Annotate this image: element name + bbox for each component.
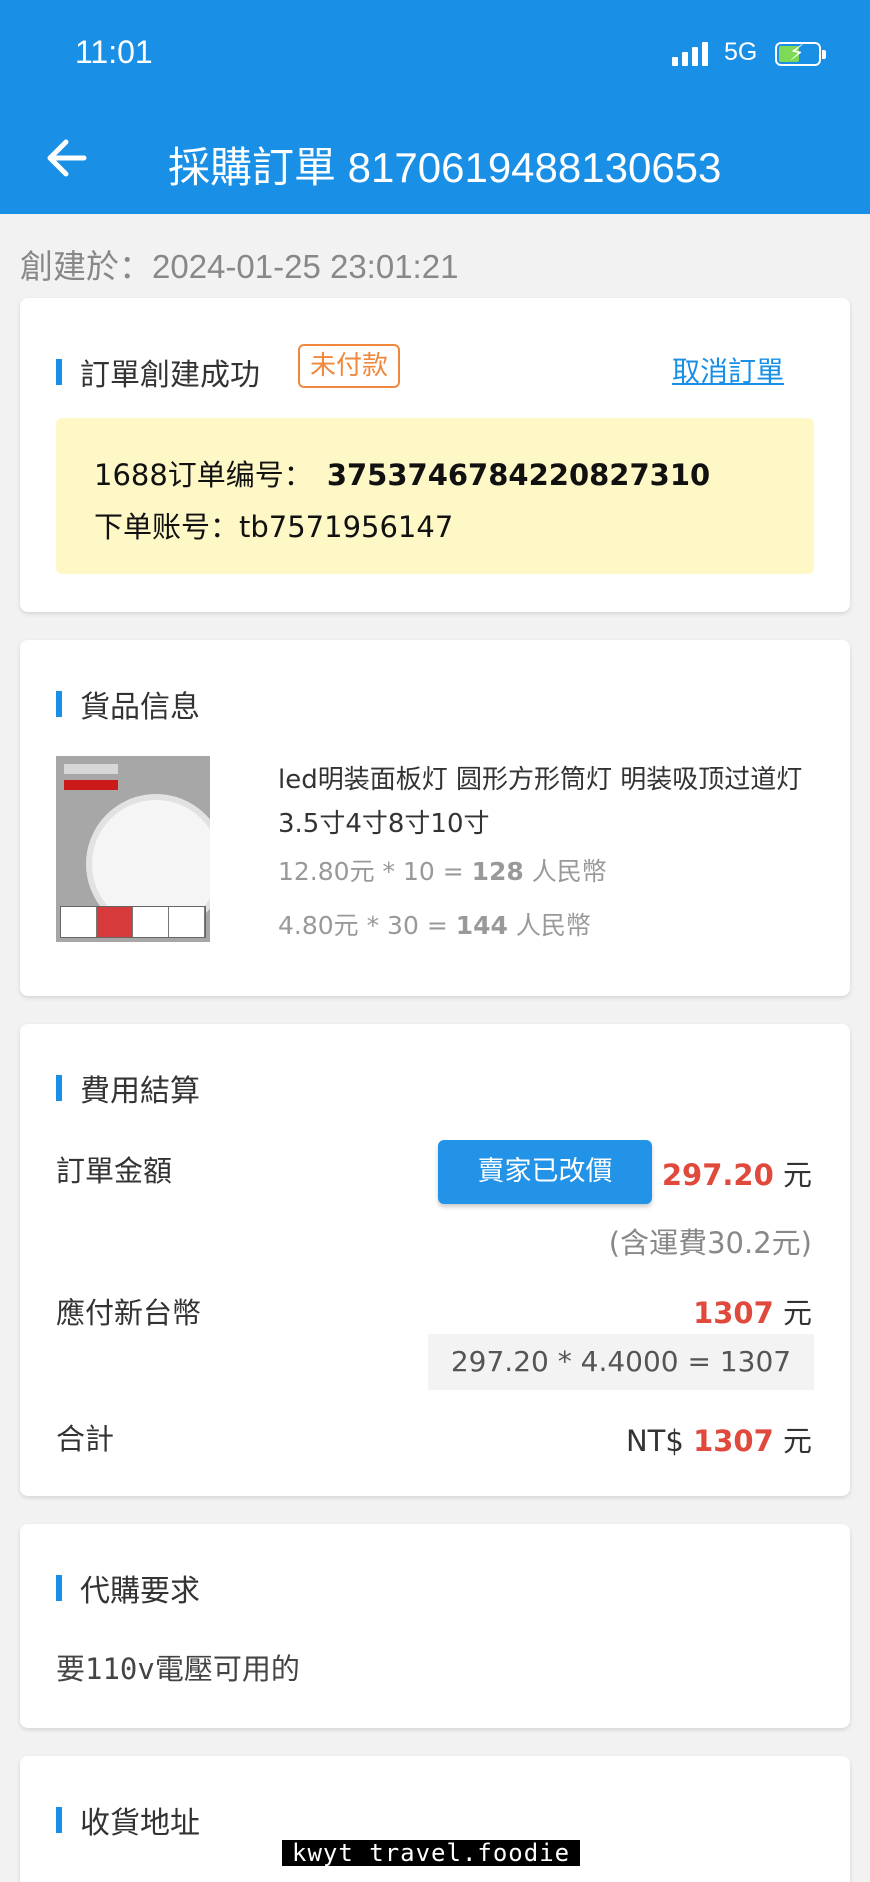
order-number: 3753746784220827310 [326,458,711,492]
total-amount: NT$ 1307 元 [626,1418,812,1460]
order-number-line: 1688订单编号： 3753746784220827310 [94,452,710,494]
section-marker [56,359,62,385]
battery-tip [822,50,826,59]
exchange-calculation: 297.20 * 4.4000 = 1307 [428,1334,814,1390]
cost-card: 費用結算 訂單金額 賣家已改價 297.20 元 (含運費30.2元) 應付新台… [20,1024,850,1496]
section-title: 貨品信息 [80,690,200,725]
section-marker [56,1807,62,1833]
section-title: 收貨地址 [80,1806,200,1841]
battery-icon: ⚡ [775,42,821,66]
status-bar: 11:01 5G ⚡ [0,0,870,110]
ntd-amount: 1307 元 [693,1290,812,1332]
unit-label: 元 [773,1158,812,1192]
section-title: 訂單創建成功 [80,358,260,393]
price-line: 4.80元 * 30 = 144 人民幣 [278,906,591,942]
product-thumbnail[interactable] [56,756,210,942]
ntd-label: 應付新台幣 [56,1296,202,1330]
currency-label: 人民幣 [507,911,591,940]
product-name[interactable]: led明装面板灯 圆形方形筒灯 明装吸顶过道灯3.5寸4寸8寸10寸 [278,758,818,846]
section-header: 貨品信息 [56,682,200,726]
network-type: 5G [724,38,758,66]
unit-label: 元 [773,1296,812,1330]
section-marker [56,691,62,717]
requirement-text-part: 電壓可用的 [154,1652,300,1686]
back-arrow-icon[interactable] [44,136,88,180]
ntd-amount-value: 1307 [693,1296,774,1330]
order-info-box: 1688订单编号： 3753746784220827310 下单账号：tb7571… [56,418,814,574]
status-time: 11:01 [75,34,153,70]
account-line: 下单账号：tb7571956147 [94,510,454,544]
section-header: 代購要求 [56,1566,200,1610]
section-header: 收貨地址 [56,1798,200,1842]
cancel-order-link[interactable]: 取消訂單 [672,350,784,390]
section-title: 費用結算 [80,1074,200,1109]
requirement-text: 要110v電壓可用的 [56,1646,300,1688]
freight-note: (含運費30.2元) [608,1226,812,1260]
signal-icon [672,40,708,66]
currency-label: 人民幣 [523,857,607,886]
requirement-text-part: 要110v [56,1652,155,1686]
price-changed-button[interactable]: 賣家已改價 [438,1140,652,1204]
unit-expression: 12.80元 * 10 = [278,857,472,886]
section-header: 訂單創建成功 [56,350,260,394]
status-badge: 未付款 [298,344,401,388]
line-total: 144 [455,911,508,940]
watermark: kwyt travel.foodie [282,1840,581,1866]
line-total: 128 [471,857,524,886]
order-amount: 297.20 元 [662,1152,812,1194]
section-marker [56,1575,62,1601]
section-title: 代購要求 [80,1574,200,1609]
order-amount-value: 297.20 [661,1158,774,1192]
nav-bar: 採購訂單 8170619488130653 [0,110,870,214]
created-time: 創建於：2024-01-25 23:01:21 [20,248,459,285]
price-line: 12.80元 * 10 = 128 人民幣 [278,852,607,888]
unit-label: 元 [773,1424,812,1458]
total-amount-value: 1307 [693,1424,774,1458]
total-prefix: NT$ [625,1424,694,1458]
goods-card: 貨品信息 led明装面板灯 圆形方形筒灯 明装吸顶过道灯3.5寸4寸8寸10寸 … [20,640,850,996]
section-header: 費用結算 [56,1066,200,1110]
order-number-label: 1688订单编号： [94,458,313,492]
page-title: 採購訂單 8170619488130653 [168,144,722,191]
order-status-card: 訂單創建成功 未付款 取消訂單 1688订单编号： 375374678422082… [20,298,850,612]
section-marker [56,1075,62,1101]
order-amount-label: 訂單金額 [56,1154,173,1188]
requirement-card: 代購要求 要110v電壓可用的 [20,1524,850,1728]
unit-expression: 4.80元 * 30 = [278,911,456,940]
total-label: 合計 [56,1422,115,1456]
